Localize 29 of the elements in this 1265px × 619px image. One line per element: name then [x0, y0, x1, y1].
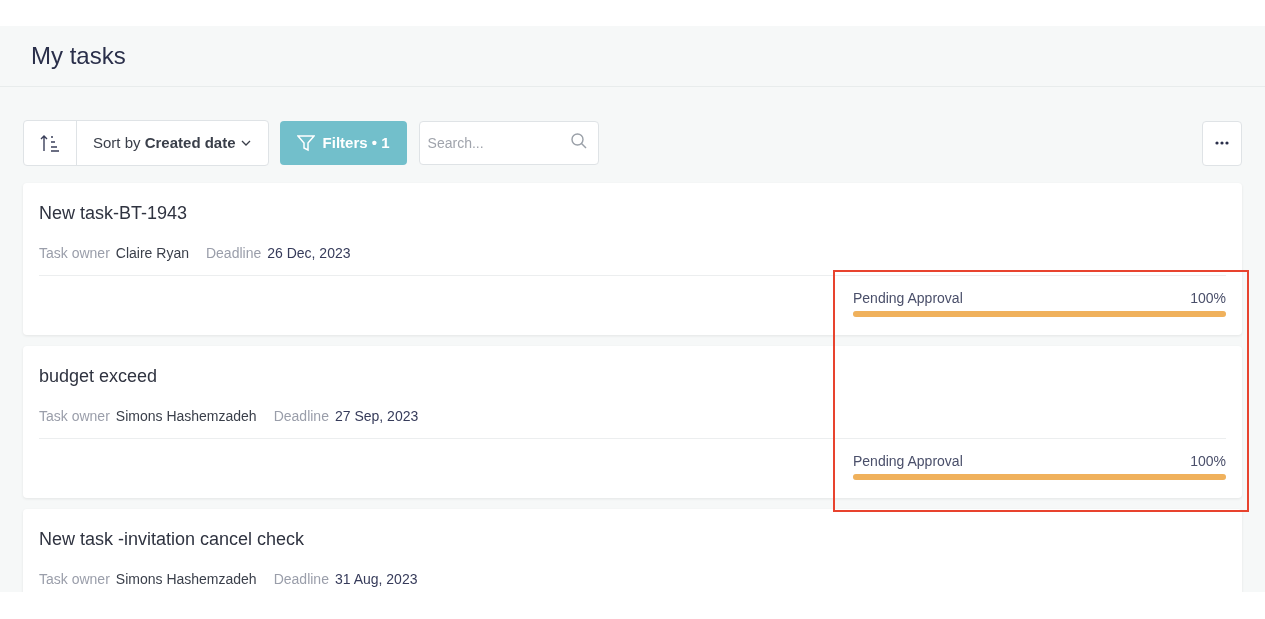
- task-title: New task -invitation cancel check: [39, 528, 306, 551]
- deadline-label: Deadline: [205, 243, 262, 263]
- task-card[interactable]: New task -invitation cancel check Task owner Simons Hashemzadeh Deadline 31 Aug, 2023: [23, 509, 1242, 592]
- deadline-date: 26 Dec, 2023: [267, 243, 351, 263]
- page-title: My tasks: [31, 41, 126, 71]
- more-icon: [1215, 141, 1229, 145]
- owner-label: Task owner: [39, 569, 110, 589]
- sort-ascending-icon: [39, 134, 61, 152]
- task-title: New task-BT-1943: [39, 202, 189, 225]
- deadline-label: Deadline: [273, 406, 329, 426]
- owner-name: Simons Hashemzadeh: [115, 569, 257, 589]
- task-card[interactable]: budget exceed Task owner Simons Hashemzadeh Deadline 27 Sep, 2023 Pending Approval 100%: [23, 346, 1242, 498]
- filter-icon: [296, 134, 315, 152]
- status-label: Pending Approval: [853, 452, 963, 471]
- progress-percent: 100%: [1190, 452, 1226, 471]
- search-icon: [570, 133, 587, 149]
- deadline-label: Deadline: [273, 569, 329, 589]
- caret-icon: [239, 139, 252, 147]
- task-title: budget exceed: [39, 365, 159, 388]
- deadline-date: 31 Aug, 2023: [334, 569, 418, 589]
- owner-name: Simons Hashemzadeh: [115, 406, 257, 426]
- owner-label: Task owner: [39, 243, 110, 263]
- search-field[interactable]: Search...: [418, 121, 599, 165]
- owner-label: Task owner: [39, 406, 110, 426]
- owner-name: Claire Ryan: [115, 243, 189, 263]
- progress-percent: 100%: [1190, 289, 1226, 308]
- status-label: Pending Approval: [853, 289, 963, 308]
- deadline-date: 27 Sep, 2023: [334, 406, 419, 426]
- task-card[interactable]: New task-BT-1943 Task owner Claire Ryan Deadline 26 Dec, 2023 Pending Approval 100%: [23, 183, 1242, 335]
